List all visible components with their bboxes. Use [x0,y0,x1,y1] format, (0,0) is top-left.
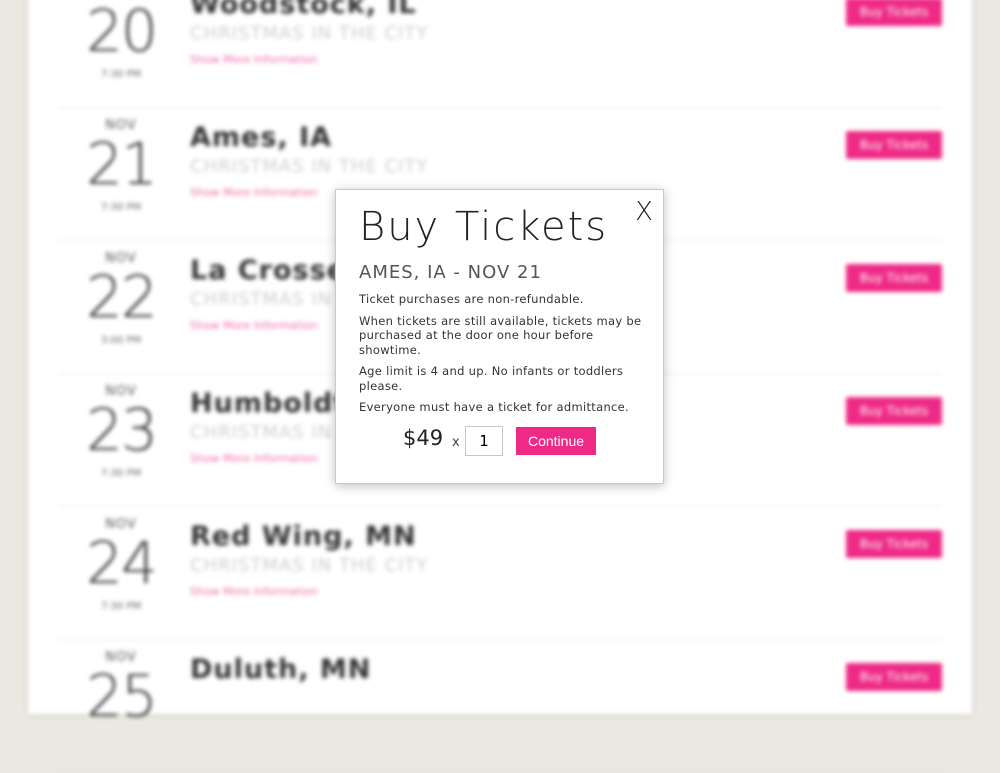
purchase-row: $49 x Continue [403,426,603,456]
buy-tickets-button[interactable]: Buy Tickets [846,0,942,26]
buy-tickets-button[interactable]: Buy Tickets [846,397,942,425]
event-time: 7:30 PM [100,468,142,479]
quantity-input[interactable] [465,426,503,456]
event-date: NOV 22 3:00 PM [80,241,162,346]
event-date: NOV 20 7:30 PM [80,0,162,80]
event-tour-name: CHRISTMAS IN THE CITY [190,156,429,177]
event-city: Woodstock, IL [190,0,417,20]
show-more-link[interactable]: Show More Information [190,585,318,598]
show-more-link[interactable]: Show More Information [190,53,318,66]
ticket-price: $49 [403,426,444,450]
event-day: 22 [86,263,158,331]
event-time: 7:30 PM [100,601,142,612]
event-city: Red Wing, MN [190,521,417,552]
policy-text: Ticket purchases are non-refundable. [359,292,584,306]
policy-text: When tickets are still available, ticket… [359,313,642,357]
event-row: NOV 25 Duluth, MN Buy Tickets [28,640,972,773]
multiply-sign: x [452,435,460,450]
event-date: NOV 21 7:30 PM [80,108,162,213]
event-time: 7:30 PM [100,202,142,213]
close-icon[interactable]: X [633,198,655,226]
buy-tickets-button[interactable]: Buy Tickets [846,663,942,691]
event-day: 23 [86,396,158,464]
show-more-link[interactable]: Show More Information [190,186,318,199]
buy-tickets-button[interactable]: Buy Tickets [846,131,942,159]
modal-title: Buy Tickets [359,204,609,250]
event-row: NOV 20 7:30 PM Woodstock, IL CHRISTMAS I… [28,0,972,108]
event-city: Ames, IA [190,122,333,153]
event-day: 20 [86,0,158,65]
continue-button[interactable]: Continue [516,427,596,455]
policy-text: Age limit is 4 and up. No infants or tod… [359,364,624,393]
event-date: NOV 25 [80,640,162,734]
event-time: 7:30 PM [100,69,142,80]
event-row: NOV 24 7:30 PM Red Wing, MN CHRISTMAS IN… [28,507,972,640]
buy-tickets-button[interactable]: Buy Tickets [846,264,942,292]
event-time: 3:00 PM [100,335,142,346]
event-day: 25 [86,662,158,730]
event-day: 24 [86,529,158,597]
event-date: NOV 23 7:30 PM [80,374,162,479]
buy-tickets-modal: X Buy Tickets AMES, IA - NOV 21 Ticket p… [335,189,664,484]
modal-body: Ticket purchases are non-refundable. Whe… [359,292,645,422]
event-tour-name: CHRISTMAS IN THE CITY [190,23,429,44]
buy-tickets-button[interactable]: Buy Tickets [846,530,942,558]
policy-text: Everyone must have a ticket for admittan… [359,400,629,414]
event-day: 21 [86,130,158,198]
show-more-link[interactable]: Show More Information [190,319,318,332]
modal-subtitle: AMES, IA - NOV 21 [359,262,542,283]
event-date: NOV 24 7:30 PM [80,507,162,612]
event-tour-name: CHRISTMAS IN THE CITY [190,555,429,576]
show-more-link[interactable]: Show More Information [190,452,318,465]
event-city: Duluth, MN [190,654,372,685]
